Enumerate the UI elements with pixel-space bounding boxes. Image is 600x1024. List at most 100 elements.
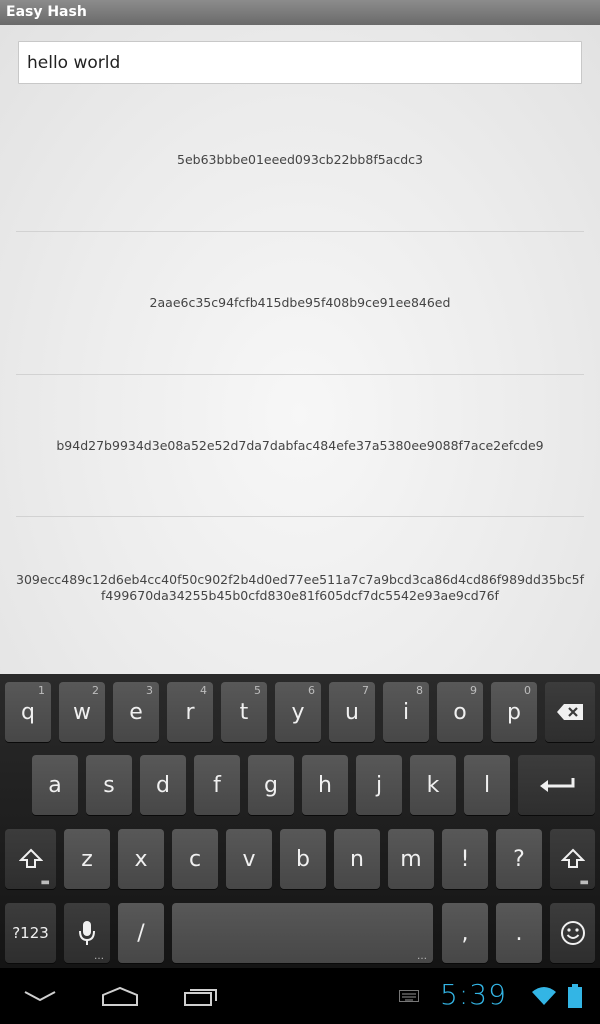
hash-output-3[interactable]: b94d27b9934d3e08a52e52d7da7dabfac484efe3…: [16, 429, 584, 463]
backspace-icon: [557, 704, 583, 720]
key-label: /: [137, 920, 145, 946]
key-label: n: [350, 846, 364, 872]
key-m[interactable]: m: [388, 829, 434, 889]
text-input-box[interactable]: [18, 41, 582, 84]
back-button[interactable]: [22, 982, 58, 1010]
key-label: ?: [513, 846, 525, 872]
key-s[interactable]: s: [86, 755, 132, 815]
microphone-icon: [79, 921, 95, 945]
app-title-bar: Easy Hash: [0, 0, 600, 25]
symbols-key[interactable]: ?123: [5, 903, 56, 963]
key-i[interactable]: i8: [383, 682, 429, 742]
battery-indicator: [566, 982, 584, 1010]
key-question[interactable]: ?: [496, 829, 542, 889]
key-label: a: [48, 772, 62, 798]
main-content: 5eb63bbbe01eeed093cb22bb8f5acdc3 2aae6c3…: [0, 25, 600, 674]
key-label: r: [185, 699, 195, 725]
recent-apps-button[interactable]: [182, 982, 220, 1010]
enter-key[interactable]: [518, 755, 595, 815]
backspace-key[interactable]: [545, 682, 595, 742]
key-label: d: [156, 772, 170, 798]
key-x[interactable]: x: [118, 829, 164, 889]
more-indicator: …: [417, 951, 427, 962]
key-comma[interactable]: ,: [442, 903, 488, 963]
shift-key-right[interactable]: ▬: [550, 829, 595, 889]
key-hint: 8: [416, 684, 423, 697]
key-r[interactable]: r4: [167, 682, 213, 742]
key-o[interactable]: o9: [437, 682, 483, 742]
key-hint: 3: [146, 684, 153, 697]
key-label: b: [296, 846, 310, 872]
shift-icon: [560, 848, 585, 868]
key-j[interactable]: j: [356, 755, 402, 815]
key-g[interactable]: g: [248, 755, 294, 815]
key-label: g: [264, 772, 278, 798]
key-period[interactable]: .: [496, 903, 542, 963]
key-exclamation[interactable]: !: [442, 829, 488, 889]
key-u[interactable]: u7: [329, 682, 375, 742]
shift-icon: [18, 848, 43, 868]
shift-key-left[interactable]: ▬: [5, 829, 56, 889]
key-d[interactable]: d: [140, 755, 186, 815]
system-nav-bar: 5:39: [0, 968, 600, 1024]
key-hint: 1: [38, 684, 45, 697]
key-label: t: [239, 699, 249, 725]
key-l[interactable]: l: [464, 755, 510, 815]
key-label: y: [291, 699, 305, 725]
key-label: ?123: [12, 924, 49, 942]
key-label: ,: [461, 920, 469, 946]
voice-input-key[interactable]: …: [64, 903, 110, 963]
divider: [16, 231, 584, 232]
key-label: .: [515, 920, 523, 946]
space-key[interactable]: …: [172, 903, 433, 963]
key-a[interactable]: a: [32, 755, 78, 815]
home-button[interactable]: [100, 982, 140, 1010]
key-label: o: [453, 699, 467, 725]
divider: [16, 516, 584, 517]
key-y[interactable]: y6: [275, 682, 321, 742]
key-w[interactable]: w2: [59, 682, 105, 742]
wifi-indicator: [530, 982, 558, 1010]
key-t[interactable]: t5: [221, 682, 267, 742]
shift-indicator: ▬: [579, 877, 589, 888]
divider: [16, 374, 584, 375]
key-label: w: [73, 699, 91, 725]
key-label: l: [483, 772, 491, 798]
hash-output-4[interactable]: 309ecc489c12d6eb4cc40f50c902f2b4d0ed77ee…: [16, 571, 584, 605]
key-z[interactable]: z: [64, 829, 110, 889]
smiley-icon: [560, 921, 585, 945]
wifi-icon: [532, 987, 556, 1005]
key-h[interactable]: h: [302, 755, 348, 815]
hash-text-1: 5eb63bbbe01eeed093cb22bb8f5acdc3: [177, 152, 423, 167]
hash-output-1[interactable]: 5eb63bbbe01eeed093cb22bb8f5acdc3: [16, 143, 584, 177]
app-title: Easy Hash: [6, 4, 87, 20]
key-c[interactable]: c: [172, 829, 218, 889]
more-indicator: …: [94, 951, 104, 962]
home-icon: [102, 986, 138, 1006]
key-label: v: [242, 846, 256, 872]
keyboard-indicator: [398, 982, 420, 1010]
chevron-down-icon: [24, 991, 56, 1002]
emoji-key[interactable]: [550, 903, 595, 963]
key-n[interactable]: n: [334, 829, 380, 889]
key-q[interactable]: q1: [5, 682, 51, 742]
key-k[interactable]: k: [410, 755, 456, 815]
key-e[interactable]: e3: [113, 682, 159, 742]
recent-apps-icon: [184, 989, 217, 1006]
status-clock: 5:39: [440, 978, 507, 1011]
key-b[interactable]: b: [280, 829, 326, 889]
key-p[interactable]: p0: [491, 682, 537, 742]
key-slash[interactable]: /: [118, 903, 164, 963]
key-hint: 7: [362, 684, 369, 697]
keyboard-icon: [399, 990, 419, 1002]
hash-text-2: 2aae6c35c94fcfb415dbe95f408b9ce91ee846ed: [149, 295, 451, 310]
hash-output-2[interactable]: 2aae6c35c94fcfb415dbe95f408b9ce91ee846ed: [16, 286, 584, 320]
soft-keyboard: q1 w2 e3 r4 t5 y6 u7 i8 o9 p0 a s d f g …: [0, 674, 600, 968]
key-v[interactable]: v: [226, 829, 272, 889]
key-label: j: [375, 772, 383, 798]
key-hint: 4: [200, 684, 207, 697]
key-label: s: [103, 772, 115, 798]
hash-text-4: 309ecc489c12d6eb4cc40f50c902f2b4d0ed77ee…: [16, 572, 584, 603]
key-f[interactable]: f: [194, 755, 240, 815]
text-input[interactable]: [19, 42, 581, 83]
